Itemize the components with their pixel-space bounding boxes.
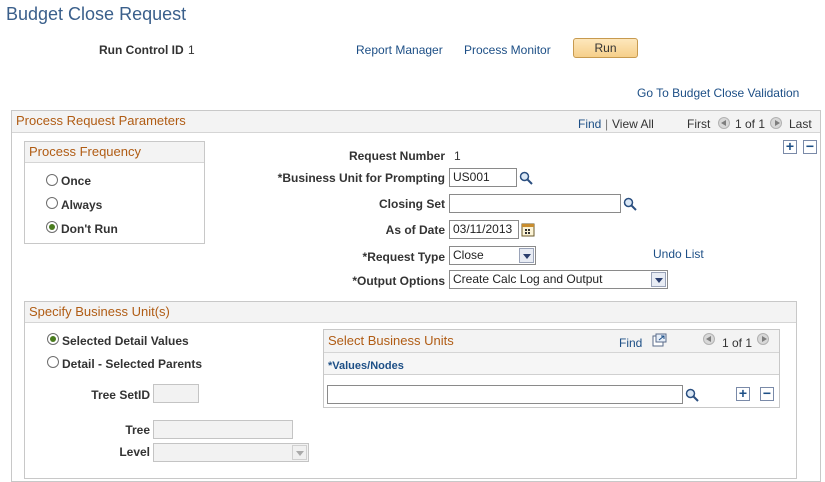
radio-selected-detail-values[interactable] — [47, 333, 59, 345]
run-button[interactable]: Run — [573, 38, 638, 58]
values-nodes-input[interactable] — [327, 385, 683, 404]
as-of-date-label: As of Date — [385, 223, 445, 237]
tree-label: Tree — [125, 423, 150, 437]
radio-always-label: Always — [61, 198, 103, 212]
request-number-value: 1 — [454, 149, 461, 163]
radio-once[interactable] — [46, 174, 58, 186]
level-chevron-down-icon — [292, 445, 307, 460]
first-label: First — [687, 117, 711, 131]
row-count: 1 of 1 — [735, 117, 766, 131]
nav-separator: | — [605, 117, 609, 131]
request-type-value: Close — [453, 248, 484, 262]
as-of-date-input[interactable]: 03/11/2013 — [449, 220, 519, 239]
business-unit-label: *Business Unit for Prompting — [277, 171, 445, 185]
output-options-chevron-down-icon — [651, 272, 666, 287]
radio-detail-selected-parents[interactable] — [47, 356, 59, 368]
process-monitor-link[interactable]: Process Monitor — [464, 43, 551, 57]
request-type-label: *Request Type — [362, 250, 445, 264]
request-number-label: Request Number — [348, 149, 445, 163]
radio-dont-run-label: Don't Run — [61, 222, 118, 236]
view-all-link[interactable]: View All — [612, 117, 654, 131]
output-options-value: Create Calc Log and Output — [453, 272, 603, 286]
last-label: Last — [789, 117, 812, 131]
business-unit-input[interactable]: US001 — [449, 168, 517, 187]
closing-set-label: Closing Set — [378, 197, 445, 211]
grid-add-row-icon[interactable]: + — [736, 386, 750, 401]
goto-budget-close-validation-link[interactable]: Go To Budget Close Validation — [637, 86, 799, 100]
add-row-icon[interactable]: + — [783, 139, 797, 154]
find-link[interactable]: Find — [578, 117, 601, 131]
closing-set-lookup-icon[interactable] — [623, 197, 637, 211]
closing-set-input[interactable] — [449, 194, 621, 213]
delete-row-icon[interactable]: − — [803, 139, 817, 154]
level-label: Level — [119, 445, 150, 459]
tree-input[interactable] — [153, 420, 293, 439]
run-control-id-label: Run Control ID — [99, 43, 184, 57]
grid-previous-icon[interactable] — [703, 333, 715, 345]
grid-delete-row-icon[interactable]: − — [760, 386, 774, 401]
output-options-select[interactable]: Create Calc Log and Output — [449, 270, 668, 289]
specify-business-units-header: Specify Business Unit(s) — [25, 302, 796, 323]
radio-detail-selected-parents-label: Detail - Selected Parents — [62, 357, 203, 371]
process-request-parameters-title: Process Request Parameters — [16, 113, 186, 128]
radio-selected-detail-values-label: Selected Detail Values — [62, 334, 189, 348]
undo-list-link[interactable]: Undo List — [653, 247, 704, 261]
tree-setid-label: Tree SetID — [91, 388, 150, 402]
calendar-icon[interactable] — [521, 222, 535, 237]
specify-business-units-title: Specify Business Unit(s) — [29, 304, 170, 319]
radio-always[interactable] — [46, 197, 58, 209]
new-window-icon[interactable] — [652, 333, 667, 347]
next-row-icon[interactable] — [770, 117, 782, 129]
request-type-select[interactable]: Close — [449, 246, 536, 265]
output-options-label: *Output Options — [352, 274, 445, 288]
business-unit-lookup-icon[interactable] — [519, 171, 533, 185]
radio-dont-run[interactable] — [46, 221, 58, 233]
grid-row-count: 1 of 1 — [722, 336, 753, 350]
level-select[interactable] — [153, 443, 309, 462]
request-type-chevron-down-icon — [519, 248, 534, 263]
tree-setid-input[interactable] — [153, 384, 199, 403]
page-title: Budget Close Request — [6, 4, 187, 24]
values-nodes-column-header: *Values/Nodes — [328, 360, 404, 372]
values-nodes-lookup-icon[interactable] — [685, 388, 699, 402]
select-business-units-title: Select Business Units — [328, 333, 454, 348]
grid-next-icon[interactable] — [757, 333, 769, 345]
previous-row-icon[interactable] — [718, 117, 730, 129]
grid-find-link[interactable]: Find — [619, 336, 642, 350]
run-control-id-value: 1 — [188, 43, 195, 57]
process-frequency-header: Process Frequency — [25, 142, 204, 163]
process-frequency-title: Process Frequency — [29, 144, 141, 159]
radio-once-label: Once — [61, 174, 92, 188]
report-manager-link[interactable]: Report Manager — [356, 43, 443, 57]
